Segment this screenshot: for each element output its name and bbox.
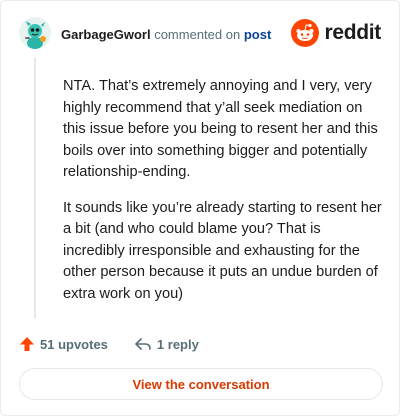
reddit-logo[interactable]: reddit	[291, 19, 381, 47]
comment-body: NTA. That’s extremely annoying and I ver…	[63, 76, 385, 319]
thread-line	[34, 57, 36, 319]
comment-paragraph-1: NTA. That’s extremely annoying and I ver…	[63, 78, 378, 180]
upvote-arrow-icon	[20, 337, 34, 351]
embedded-comment-card: GarbageGworl commented on post reddit NT…	[0, 0, 400, 416]
comment-header: GarbageGworl commented on post reddit	[19, 17, 381, 51]
reply-button[interactable]: 1 reply	[134, 336, 199, 352]
commented-on-text: commented on	[154, 27, 241, 42]
author-name[interactable]: GarbageGworl	[61, 27, 151, 42]
reply-arrow-icon	[135, 338, 151, 350]
comment-paragraph-2: It sounds like you’re already starting t…	[63, 199, 382, 302]
post-link[interactable]: post	[244, 27, 271, 42]
reddit-wordmark: reddit	[324, 21, 381, 44]
reply-count: 1 reply	[156, 336, 199, 352]
view-conversation-button[interactable]: View the conversation	[19, 368, 383, 400]
upvote-count: 51 upvotes	[40, 336, 108, 352]
author-line: GarbageGworl commented on post	[61, 27, 271, 43]
snoo-avatar-icon	[19, 17, 51, 49]
user-avatar[interactable]	[19, 17, 51, 49]
upvote-button[interactable]: 51 upvotes	[19, 336, 108, 352]
comment-actions: 51 upvotes 1 reply	[19, 334, 225, 354]
reddit-logo-icon	[291, 19, 320, 47]
